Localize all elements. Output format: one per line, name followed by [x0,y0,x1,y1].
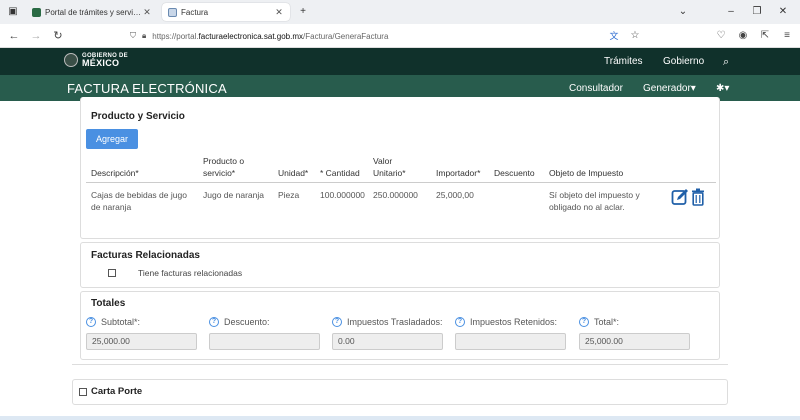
cell-objeto-line1: Sí objeto del impuesto y [549,190,640,200]
col-descripcion: Descripción* [91,168,139,178]
cell-descripcion-line2: de naranja [91,202,132,212]
facturas-relacionadas-title: Facturas Relacionadas [91,250,200,261]
impuestos-retenidos-label-group: ? Impuestos Retenidos: [455,317,557,327]
reload-icon[interactable]: ↻ [50,28,66,44]
help-question-icon[interactable]: ? [332,317,342,327]
generador-menu[interactable]: Generador▾ [643,83,696,94]
search-icon[interactable]: ⌕ [723,56,729,69]
subtotal-label-group: ? Subtotal*: [86,317,140,327]
producto-servicio-title: Producto y Servicio [91,111,185,122]
tab-list-chevron-icon[interactable]: ⌄ [674,4,692,20]
subtotal-label: Subtotal*: [101,317,141,327]
new-tab-button[interactable]: + [294,4,312,20]
account-icon[interactable]: ◉ [736,28,750,44]
impuestos-trasladados-label-group: ? Impuestos Trasladados: [332,317,443,327]
descuento-label-group: ? Descuento: [209,317,270,327]
col-cantidad: * Cantidad [320,168,360,178]
browser-tab-bar: ▣ Portal de trámites y servicios - SAT ✕… [0,0,800,24]
col-unidad: Unidad* [278,168,309,178]
agregar-button[interactable]: Agregar [86,129,138,149]
tiene-facturas-checkbox[interactable] [108,269,116,277]
tramites-link[interactable]: Trámites [604,56,643,67]
government-header: GOBIERNO DE MÉXICO Trámites Gobierno ⌕ [0,48,800,75]
cell-cantidad: 100.000000 [320,190,365,200]
col-producto-line1: Producto o [203,156,245,166]
impuestos-trasladados-field[interactable]: 0.00 [332,333,443,350]
col-producto-line2: servicio* [203,168,236,178]
tab-overview-icon[interactable]: ▣ [4,4,22,20]
tab-sat-portal[interactable]: Portal de trámites y servicios - SAT ✕ [26,3,158,21]
logo-big-text: MÉXICO [82,58,120,68]
col-valor-line2: Unitario* [373,168,406,178]
cell-descripcion-line1: Cajas de bebidas de jugo [91,190,187,200]
descuento-field[interactable] [209,333,320,350]
tab-factura[interactable]: Factura ✕ [162,3,290,21]
consultador-menu[interactable]: Consultador [569,83,623,94]
impuestos-trasladados-label: Impuestos Trasladados: [347,317,443,327]
table-header-divider [86,182,716,183]
descuento-label: Descuento: [224,317,270,327]
lock-icon: 🔒︎ [142,31,147,40]
totales-title: Totales [91,298,126,309]
page-content: Producto y Servicio Agregar Descripción*… [0,97,800,420]
cell-valor: 250.000000 [373,190,418,200]
gobierno-link[interactable]: Gobierno [663,56,704,67]
url-path: /Factura/GeneraFactura [303,31,389,41]
col-importe: Importador* [436,168,481,178]
carta-porte-panel [72,379,728,405]
national-seal-icon [64,53,78,67]
bookmark-star-icon[interactable]: ☆ [628,28,642,44]
impuestos-retenidos-field[interactable] [455,333,566,350]
minimize-icon[interactable]: – [722,4,740,20]
help-question-icon[interactable]: ? [455,317,465,327]
carta-porte-label: Carta Porte [91,386,143,397]
help-question-icon[interactable]: ? [209,317,219,327]
cell-producto: Jugo de naranja [203,190,264,200]
extensions-icon[interactable]: ⇱ [758,28,772,44]
maximize-icon[interactable]: ❐ [748,4,766,20]
forward-icon[interactable]: → [28,28,44,44]
app-title: FACTURA ELECTRÓNICA [67,81,227,96]
close-tab-icon[interactable]: ✕ [274,7,284,18]
cell-objeto-line2: obligado no al aclar. [549,202,625,212]
help-question-icon[interactable]: ? [579,317,589,327]
cell-importe: 25,000,00 [436,190,474,200]
edit-icon[interactable] [671,188,689,206]
tab-title: Portal de trámites y servicios - SAT [45,7,142,17]
impuestos-retenidos-label: Impuestos Retenidos: [470,317,558,327]
menu-icon[interactable]: ≡ [780,28,794,44]
bottom-scroll-strip [0,416,800,420]
settings-gear-icon[interactable]: ✱▾ [716,83,729,94]
tab-title: Factura [181,7,209,17]
tiene-facturas-label: Tiene facturas relacionadas [138,268,243,278]
col-descuento: Descuento [494,168,535,178]
back-icon[interactable]: ← [6,28,22,44]
url-prefix: https://portal. [152,31,199,41]
facturas-relacionadas-panel [80,242,720,288]
carta-porte-checkbox[interactable] [79,388,87,396]
total-label-group: ? Total*: [579,317,619,327]
total-label: Total*: [594,317,620,327]
help-question-icon[interactable]: ? [86,317,96,327]
subtotal-field[interactable]: 25,000.00 [86,333,197,350]
col-objeto: Objeto de Impuesto [549,168,624,178]
trash-icon[interactable] [691,188,705,206]
col-valor-line1: Valor [373,156,393,166]
url-domain: facturaelectronica.sat.gob.mx [198,31,304,41]
close-tab-icon[interactable]: ✕ [142,7,152,18]
shield-icon: ⛉ [130,31,136,40]
section-divider [72,364,728,365]
factura-favicon-icon [168,7,177,17]
close-window-icon[interactable]: ✕ [774,4,792,20]
address-bar[interactable]: ⛉ 🔒︎ https://portal. facturaelectronica.… [130,28,650,44]
cell-unidad: Pieza [278,190,300,200]
navigation-bar: ← → ↻ ⛉ 🔒︎ https://portal. facturaelectr… [0,24,800,48]
gobierno-mexico-logo[interactable]: GOBIERNO DE MÉXICO [64,53,128,68]
total-field[interactable]: 25,000.00 [579,333,690,350]
translate-icon[interactable]: 文 [604,28,624,44]
sat-favicon-icon [32,7,41,17]
pocket-icon[interactable]: ♡ [714,28,728,44]
